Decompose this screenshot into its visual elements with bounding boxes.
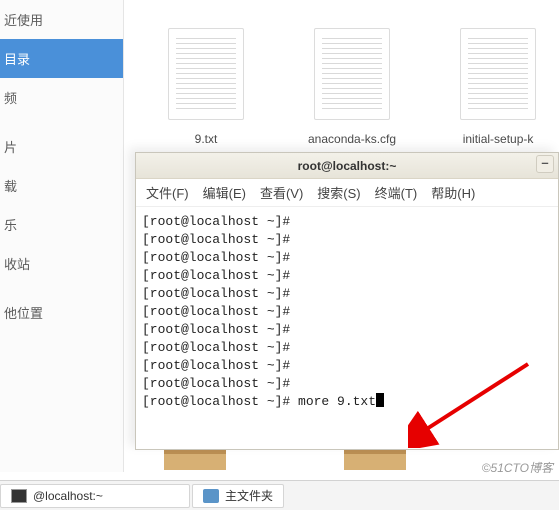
menu-terminal[interactable]: 终端(T) [375, 183, 418, 202]
file-label: initial-setup-k [460, 132, 536, 146]
taskbar: @localhost:~ 主文件夹 [0, 480, 559, 510]
menu-file[interactable]: 文件(F) [146, 183, 189, 202]
text-document-icon [460, 28, 536, 120]
folder-icon[interactable] [164, 450, 226, 470]
file-label: 9.txt [168, 132, 244, 146]
file-item[interactable]: 9.txt [168, 28, 244, 146]
taskbar-item-files[interactable]: 主文件夹 [192, 484, 284, 508]
menu-help[interactable]: 帮助(H) [431, 183, 475, 202]
folder-icon [203, 489, 219, 503]
sidebar-item-recent[interactable]: 近使用 [0, 0, 123, 39]
minimize-button[interactable]: – [536, 155, 554, 173]
menu-view[interactable]: 查看(V) [260, 183, 303, 202]
folder-icon[interactable] [344, 450, 406, 470]
file-item[interactable]: anaconda-ks.cfg [308, 28, 396, 146]
sidebar-item-other-locations[interactable]: 他位置 [0, 293, 123, 332]
taskbar-item-terminal[interactable]: @localhost:~ [0, 484, 190, 508]
sidebar-item-pictures[interactable]: 片 [0, 127, 123, 166]
taskbar-item-label: 主文件夹 [225, 487, 273, 504]
file-manager-sidebar: 近使用 目录 频 片 载 乐 收站 他位置 [0, 0, 124, 472]
menu-edit[interactable]: 编辑(E) [203, 183, 246, 202]
terminal-window: root@localhost:~ – 文件(F) 编辑(E) 查看(V) 搜索(… [135, 152, 559, 450]
taskbar-item-label: @localhost:~ [33, 489, 103, 503]
file-grid: 9.txt anaconda-ks.cfg initial-setup-k [124, 0, 559, 146]
menu-search[interactable]: 搜索(S) [317, 183, 360, 202]
terminal-cursor [376, 393, 384, 407]
file-label: anaconda-ks.cfg [308, 132, 396, 146]
file-item[interactable]: initial-setup-k [460, 28, 536, 146]
terminal-menubar: 文件(F) 编辑(E) 查看(V) 搜索(S) 终端(T) 帮助(H) [136, 179, 558, 207]
terminal-icon [11, 489, 27, 503]
terminal-title: root@localhost:~ [298, 159, 397, 173]
terminal-titlebar[interactable]: root@localhost:~ – [136, 153, 558, 179]
text-document-icon [314, 28, 390, 120]
watermark: ©51CTO博客 [482, 459, 553, 476]
sidebar-item-downloads[interactable]: 载 [0, 166, 123, 205]
terminal-output[interactable]: [root@localhost ~]# [root@localhost ~]# … [136, 207, 558, 417]
sidebar-item-trash[interactable]: 收站 [0, 244, 123, 283]
sidebar-item-music[interactable]: 乐 [0, 205, 123, 244]
text-document-icon [168, 28, 244, 120]
folder-row [164, 450, 406, 470]
sidebar-item-home[interactable]: 目录 [0, 39, 123, 78]
sidebar-item-videos[interactable]: 频 [0, 78, 123, 117]
